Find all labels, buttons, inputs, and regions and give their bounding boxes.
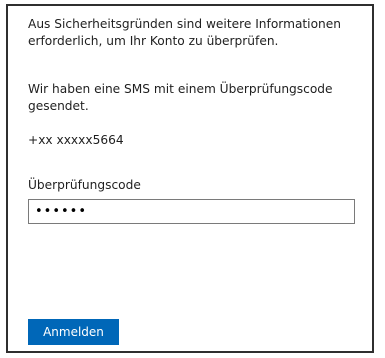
- security-info-message: Aus Sicherheitsgründen sind weitere Info…: [28, 17, 341, 48]
- verification-code-label: Überprüfungscode: [28, 178, 141, 192]
- sms-sent-message: Wir haben eine SMS mit einem Überprüfung…: [28, 82, 333, 113]
- verification-code-input[interactable]: [28, 199, 355, 224]
- signin-button[interactable]: Anmelden: [28, 319, 119, 345]
- verification-panel: Aus Sicherheitsgründen sind weitere Info…: [6, 4, 374, 353]
- masked-phone-number: +xx xxxxx5664: [28, 133, 124, 147]
